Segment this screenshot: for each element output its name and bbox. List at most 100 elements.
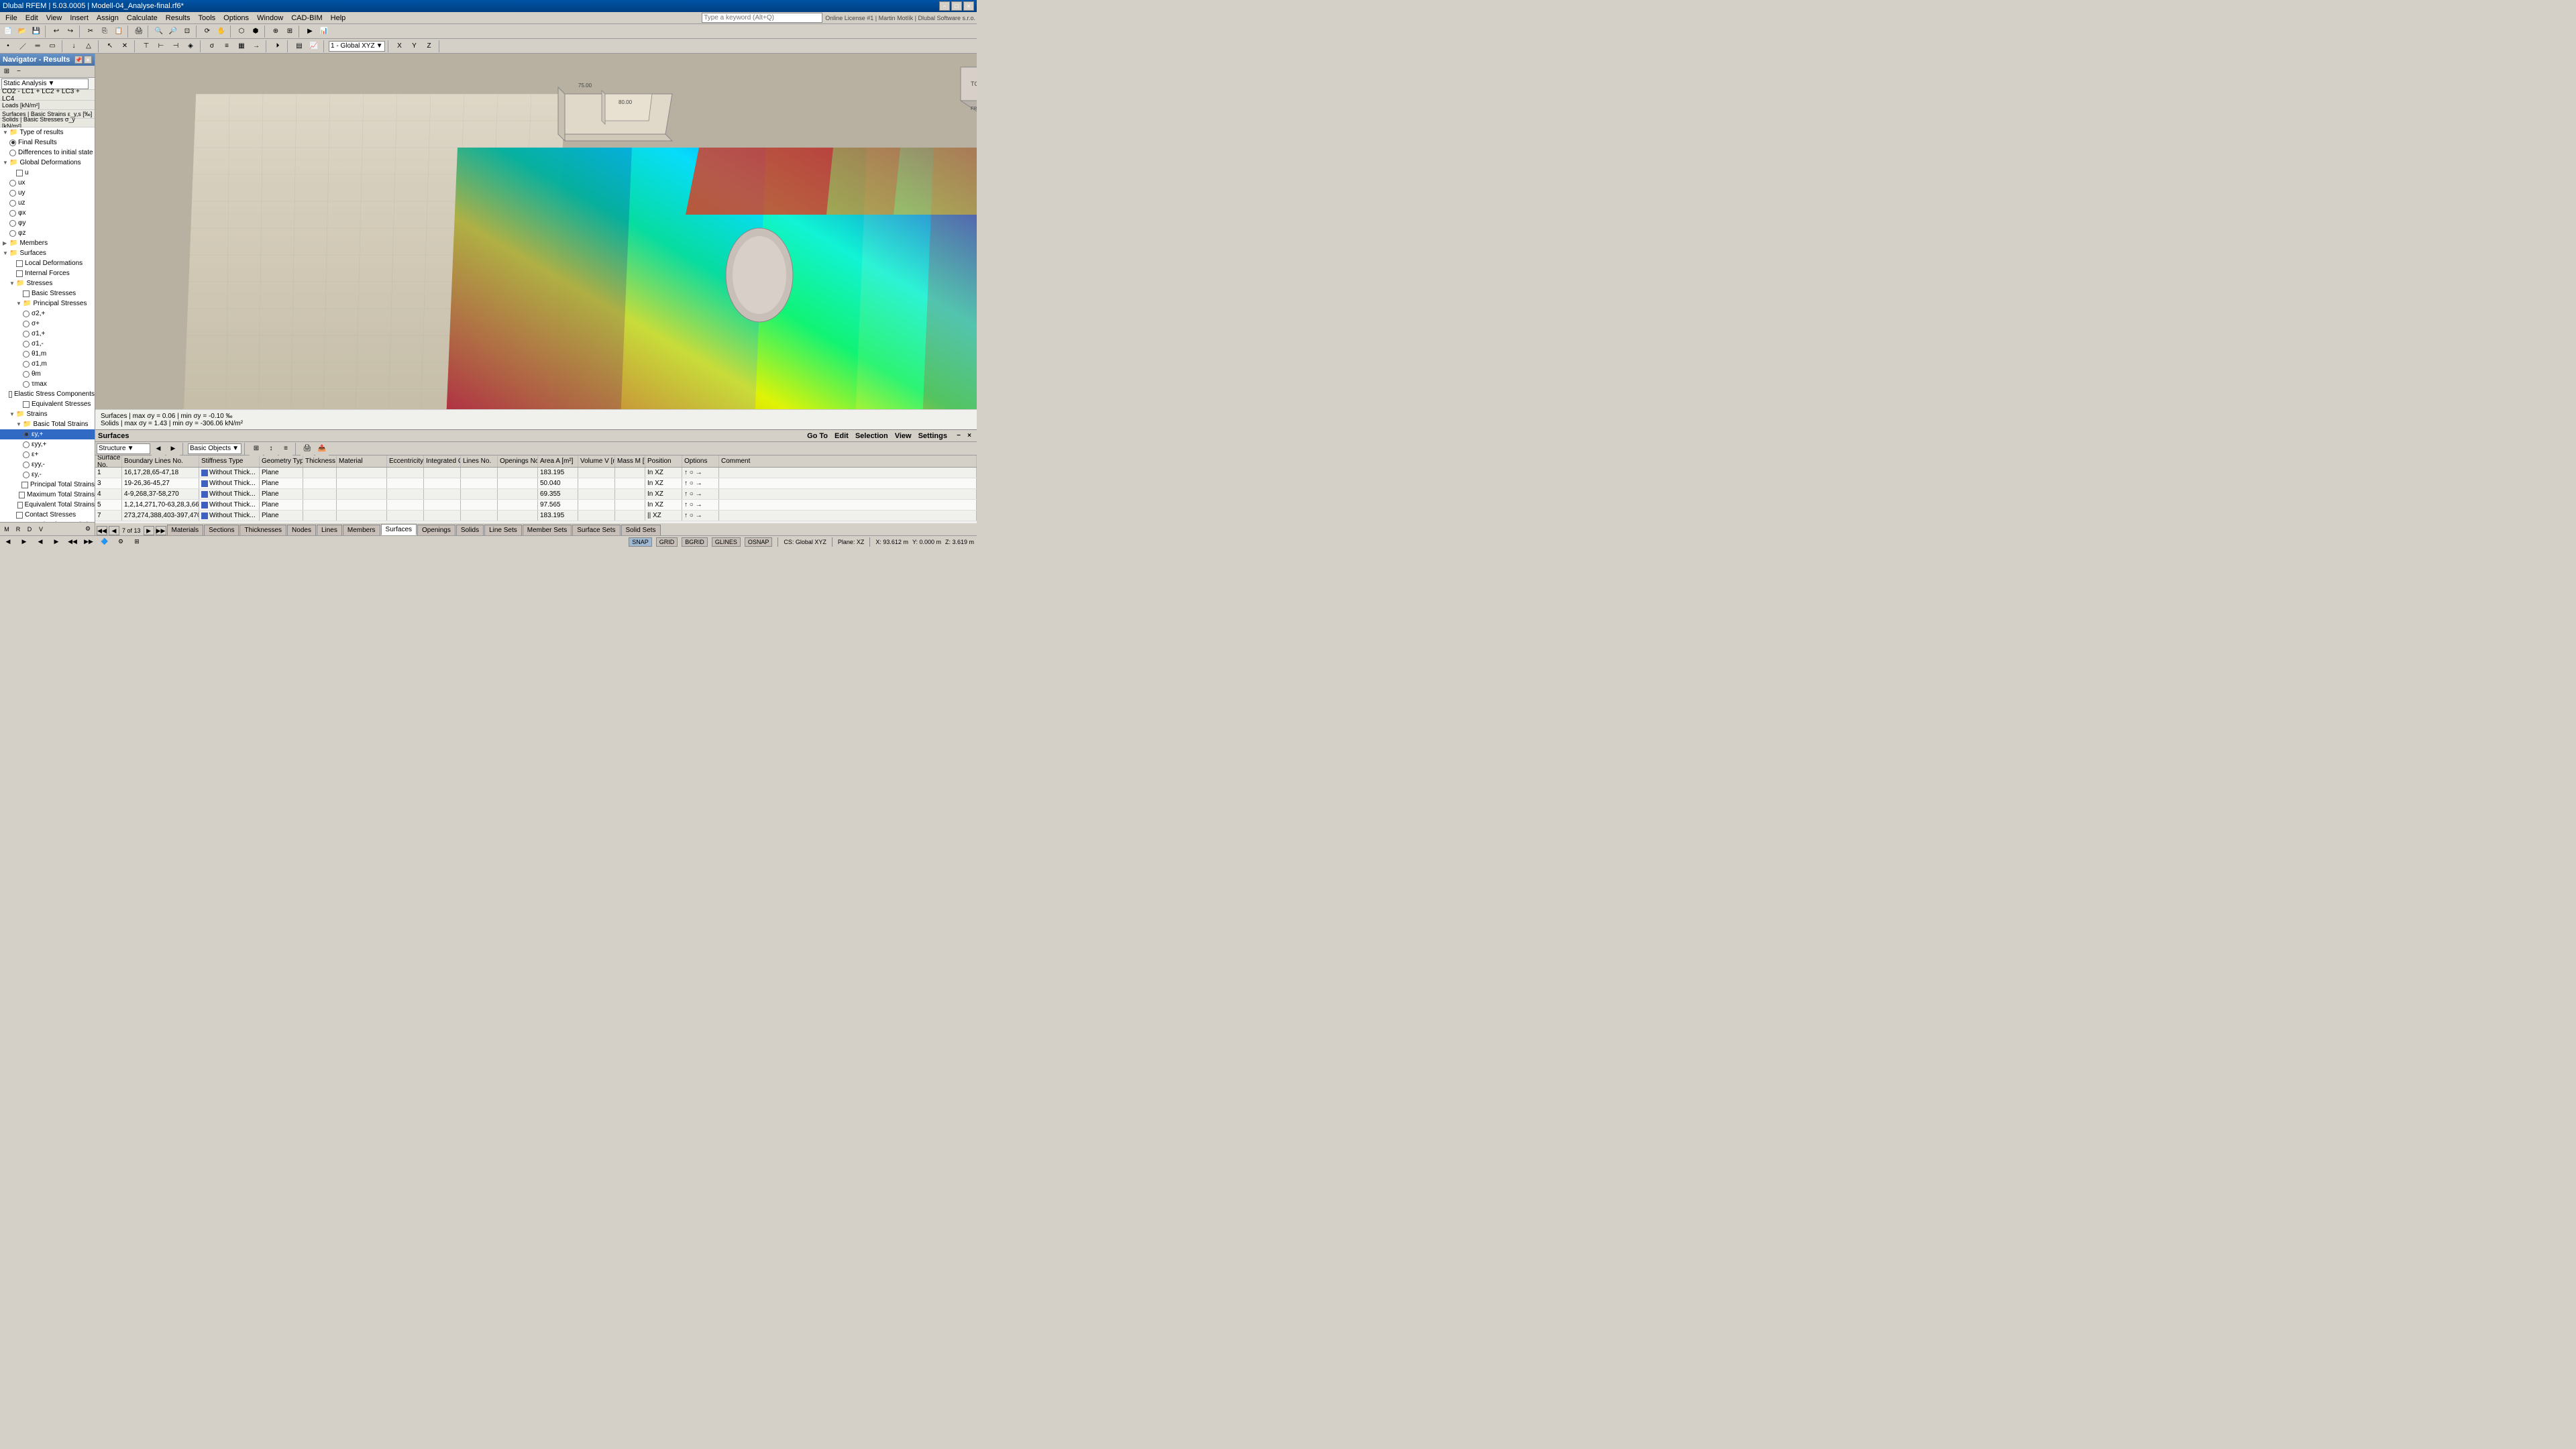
calc-btn[interactable]: ▶	[303, 25, 317, 38]
results-close[interactable]: ×	[965, 431, 974, 441]
tree-item[interactable]: ▼📁Type of results	[0, 127, 95, 138]
undo-btn[interactable]: ↩	[50, 25, 63, 38]
rt-print[interactable]: 🖨	[301, 442, 314, 455]
tab-nodes[interactable]: Nodes	[287, 525, 316, 535]
tab-thicknesses[interactable]: Thicknesses	[239, 525, 286, 535]
rt-sort[interactable]: ↕	[264, 442, 278, 455]
tree-item[interactable]: ▼📁Surfaces	[0, 248, 95, 258]
sb-left-arr[interactable]: ◀	[3, 537, 13, 547]
tree-item[interactable]: σ2,+	[0, 309, 95, 319]
tab-surface-sets[interactable]: Surface Sets	[572, 525, 620, 535]
tab-solid-sets[interactable]: Solid Sets	[621, 525, 661, 535]
nav-settings-btn[interactable]: ⚙	[83, 524, 93, 535]
results-menu-settings[interactable]: Settings	[918, 432, 947, 440]
tree-item[interactable]: σ1,m	[0, 359, 95, 369]
tab-openings[interactable]: Openings	[417, 525, 455, 535]
sb-nav-right[interactable]: ▶	[51, 537, 62, 547]
tree-item[interactable]: Equivalent Total Strains	[0, 500, 95, 510]
table-row[interactable]: 3 19-26,36-45,27 Without Thick... Plane …	[95, 478, 977, 489]
y-axis[interactable]: Y	[408, 40, 421, 53]
view-3d[interactable]: ◈	[184, 40, 197, 53]
tab-member-sets[interactable]: Member Sets	[523, 525, 572, 535]
tree-item[interactable]: ▼📁Strains	[0, 409, 95, 419]
menu-item-window[interactable]: Window	[253, 14, 287, 22]
support-btn[interactable]: △	[82, 40, 95, 53]
view-top[interactable]: ⊤	[140, 40, 153, 53]
tree-item[interactable]: εy,+	[0, 429, 95, 439]
select-btn[interactable]: ↖	[103, 40, 117, 53]
grid-btn-sb[interactable]: GRID	[656, 537, 678, 547]
basic-objects-dropdown[interactable]: Basic Objects ▼	[188, 443, 241, 454]
menu-item-options[interactable]: Options	[219, 14, 253, 22]
nav-display-btn[interactable]: D	[24, 524, 35, 535]
snap-btn[interactable]: SNAP	[629, 537, 652, 547]
tree-item[interactable]: σ+	[0, 319, 95, 329]
tree-item[interactable]: Local Deformations	[0, 258, 95, 268]
tree-item[interactable]: Principal Total Strains	[0, 480, 95, 490]
tab-materials[interactable]: Materials	[167, 525, 204, 535]
tree-item[interactable]: ▶📁Members	[0, 238, 95, 248]
tab-surfaces[interactable]: Surfaces	[381, 524, 417, 535]
sb-nav-left[interactable]: ◀	[35, 537, 46, 547]
snap-btn[interactable]: ⊕	[269, 25, 282, 38]
new-btn[interactable]: 📄	[1, 25, 15, 38]
open-btn[interactable]: 📂	[15, 25, 29, 38]
wire-btn[interactable]: ⬡	[235, 25, 248, 38]
diagram-btn[interactable]: 📈	[307, 40, 321, 53]
zoom-fit[interactable]: ⊡	[180, 25, 194, 38]
render-btn[interactable]: ⬢	[249, 25, 262, 38]
menu-item-file[interactable]: File	[1, 14, 21, 22]
grid-btn[interactable]: ⊞	[283, 25, 297, 38]
menu-item-calculate[interactable]: Calculate	[123, 14, 162, 22]
menu-item-help[interactable]: Help	[327, 14, 350, 22]
result-type[interactable]: σ	[205, 40, 219, 53]
results-menu-goto[interactable]: Go To	[807, 432, 828, 440]
pan-btn[interactable]: ✋	[215, 25, 228, 38]
tree-item[interactable]: ▼📁Global Deformations	[0, 158, 95, 168]
rotate-btn[interactable]: ⟳	[201, 25, 214, 38]
tab-members[interactable]: Members	[343, 525, 380, 535]
paste-btn[interactable]: 📋	[112, 25, 125, 38]
x-axis[interactable]: X	[393, 40, 407, 53]
results-menu-selection[interactable]: Selection	[855, 432, 888, 440]
nav-tb-btn1[interactable]: ⊞	[1, 66, 12, 77]
table-row[interactable]: 7 273,274,388,403-397,470-459,275 Withou…	[95, 511, 977, 521]
maximize-button[interactable]: □	[951, 1, 962, 11]
tab-lines[interactable]: Lines	[317, 525, 342, 535]
tree-item[interactable]: σ1,+	[0, 329, 95, 339]
rt-prev[interactable]: ◀	[152, 442, 165, 455]
tree-item[interactable]: Maximum Total Strains	[0, 490, 95, 500]
page-first[interactable]: ◀◀	[97, 526, 107, 535]
table-row[interactable]: 5 1,2,14,271,70-63,28,3,66,69,262,265,2.…	[95, 500, 977, 511]
tree-item[interactable]: θm	[0, 369, 95, 379]
results-minimize[interactable]: −	[954, 431, 963, 441]
tree-item[interactable]: ▼📁Basic Total Strains	[0, 419, 95, 429]
results-menu-edit[interactable]: Edit	[835, 432, 849, 440]
tree-item[interactable]: ε+	[0, 449, 95, 460]
rt-group[interactable]: ≡	[279, 442, 292, 455]
nav-results-btn[interactable]: R	[13, 524, 23, 535]
nav-close-btn[interactable]: ×	[84, 56, 92, 64]
tab-sections[interactable]: Sections	[204, 525, 239, 535]
page-prev[interactable]: ◀	[109, 526, 119, 535]
tree-item[interactable]: φx	[0, 208, 95, 218]
isoband[interactable]: ▦	[235, 40, 248, 53]
nav-model-btn[interactable]: M	[1, 524, 12, 535]
tree-item[interactable]: Internal Forces	[0, 268, 95, 278]
line-btn[interactable]: ／	[16, 40, 30, 53]
view-dropdown[interactable]: 1 - Global XYZ ▼	[329, 41, 385, 52]
tree-item[interactable]: Final Results	[0, 138, 95, 148]
load-btn[interactable]: ↓	[67, 40, 80, 53]
bgrid-btn[interactable]: BGRID	[682, 537, 708, 547]
copy-btn[interactable]: ⎘	[98, 25, 111, 38]
tree-item[interactable]: εy,-	[0, 470, 95, 480]
member-btn[interactable]: ═	[31, 40, 44, 53]
deselect-btn[interactable]: ✕	[118, 40, 131, 53]
tree-item[interactable]: τmax	[0, 379, 95, 389]
menu-item-tools[interactable]: Tools	[194, 14, 219, 22]
node-btn[interactable]: •	[1, 40, 15, 53]
zoom-in[interactable]: 🔍	[152, 25, 166, 38]
rt-next[interactable]: ▶	[166, 442, 180, 455]
table-btn[interactable]: ▤	[292, 40, 306, 53]
tree-item[interactable]: u	[0, 168, 95, 178]
